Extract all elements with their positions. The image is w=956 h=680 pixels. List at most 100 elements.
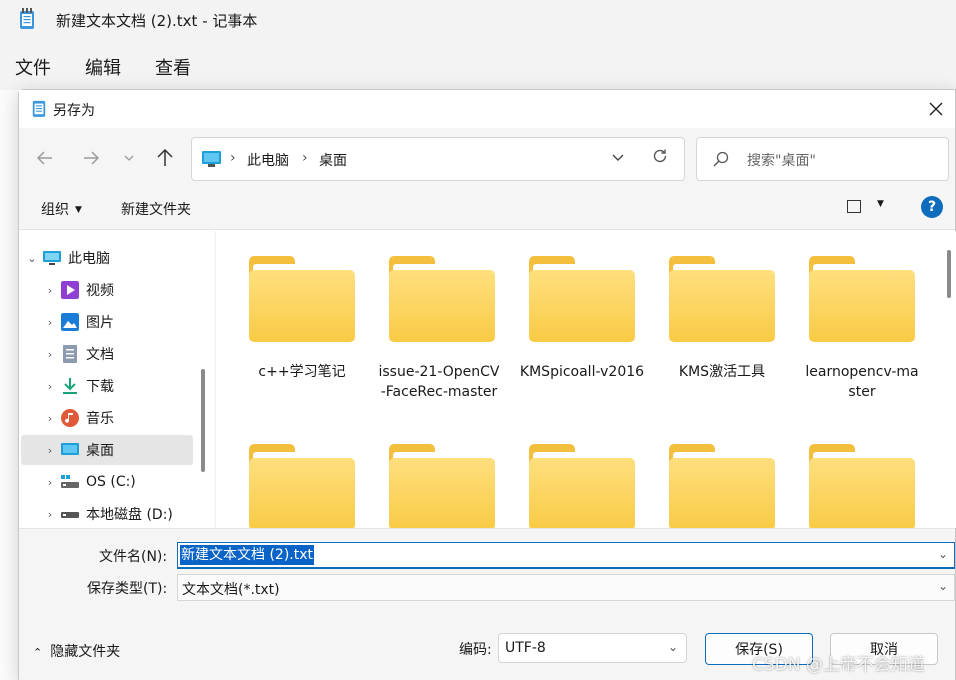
folder-item[interactable] <box>809 256 915 348</box>
refresh-icon <box>653 149 667 163</box>
menu-edit[interactable]: 编辑 <box>85 54 121 80</box>
save-button[interactable]: 保存(S) <box>705 633 813 665</box>
drive-icon <box>61 475 79 488</box>
folder-item[interactable] <box>529 256 635 348</box>
new-folder-button[interactable]: 新建文件夹 <box>121 199 191 219</box>
folder-item[interactable] <box>669 256 775 348</box>
filetype-select[interactable]: 文本文档(*.txt) ⌄ <box>177 574 955 601</box>
dialog-title: 另存为 <box>53 103 95 119</box>
tree-item-desktop[interactable]: › 桌面 <box>21 435 193 465</box>
notepad-icon <box>20 8 34 29</box>
address-bar[interactable]: › 此电脑 › 桌面 <box>191 137 685 181</box>
menu-view[interactable]: 查看 <box>155 54 191 80</box>
view-mode-icon[interactable] <box>847 200 861 213</box>
forward-button[interactable] <box>79 146 103 170</box>
chevron-down-icon: ⌄ <box>667 640 678 654</box>
tree-item-drive-c[interactable]: › OS (C:) <box>39 467 213 497</box>
folder-label[interactable]: learnopencv-master <box>802 362 922 402</box>
tree-label: OS (C:) <box>86 474 136 490</box>
chevron-right-icon[interactable]: › <box>39 508 61 521</box>
notepad-editor[interactable] <box>0 90 20 680</box>
tree-label: 此电脑 <box>68 251 110 267</box>
navigation-tree: ⌄ 此电脑 › 视频 › 图片 › 文档 › 下载 › 音乐 › 桌面 › OS… <box>19 231 215 528</box>
filetype-label: 保存类型(T): <box>87 581 168 597</box>
folder-item[interactable] <box>389 444 495 528</box>
breadcrumb-desktop[interactable]: 桌面 <box>319 150 347 170</box>
folder-label[interactable]: c++学习笔记 <box>237 362 367 382</box>
filename-label: 文件名(N): <box>99 549 168 565</box>
folder-label[interactable]: issue-21-OpenCV-FaceRec-master <box>377 362 501 402</box>
hide-folders-button[interactable]: ⌃ 隐藏文件夹 <box>33 641 120 661</box>
chevron-right-icon: › <box>302 150 308 166</box>
tree-item-drive-d[interactable]: › 本地磁盘 (D:) <box>39 499 213 528</box>
pictures-icon <box>61 313 79 331</box>
chevron-right-icon[interactable]: › <box>39 476 61 489</box>
chevron-down-icon[interactable]: ⌄ <box>938 547 948 561</box>
folder-label[interactable]: KMS激活工具 <box>657 362 787 382</box>
folder-label[interactable]: KMSpicoall-v2016 <box>519 362 645 382</box>
tree-item-music[interactable]: › 音乐 <box>39 403 213 433</box>
tree-label: 视频 <box>86 283 114 299</box>
chevron-right-icon[interactable]: › <box>39 444 61 457</box>
caret-down-icon: ▼ <box>75 205 82 215</box>
tree-item-downloads[interactable]: › 下载 <box>39 371 213 401</box>
save-as-dialog: 另存为 › 此电脑 › 桌面 搜索"桌面" 组织 ▼ 新建文件夹 ▼ ? ⌄ 此… <box>18 89 956 680</box>
chevron-right-icon[interactable]: › <box>39 316 61 329</box>
close-button[interactable] <box>923 96 949 122</box>
folder-item[interactable] <box>809 444 915 528</box>
arrow-up-icon <box>157 149 173 166</box>
encoding-select[interactable]: UTF-8 ⌄ <box>498 633 687 663</box>
tree-item-pictures[interactable]: › 图片 <box>39 307 213 337</box>
chevron-right-icon: › <box>230 150 236 166</box>
tree-scrollbar[interactable] <box>201 369 205 472</box>
up-button[interactable] <box>153 146 177 170</box>
search-box[interactable]: 搜索"桌面" <box>696 137 949 181</box>
chevron-right-icon[interactable]: › <box>39 348 61 361</box>
save-options-panel: 文件名(N): 新建文本文档 (2).txt ⌄ 保存类型(T): 文本文档(*… <box>19 528 955 680</box>
filename-value[interactable]: 新建文本文档 (2).txt <box>180 545 314 565</box>
chevron-right-icon[interactable]: › <box>39 412 61 425</box>
tree-item-documents[interactable]: › 文档 <box>39 339 213 369</box>
notepad-icon <box>32 100 46 117</box>
chevron-right-icon[interactable]: › <box>39 284 61 297</box>
folder-item[interactable] <box>669 444 775 528</box>
tree-label: 文档 <box>86 347 114 363</box>
back-button[interactable] <box>33 146 57 170</box>
tree-item-this-pc[interactable]: ⌄ 此电脑 <box>21 243 195 273</box>
filename-field[interactable]: 新建文本文档 (2).txt ⌄ <box>177 542 955 569</box>
tree-label: 音乐 <box>86 411 114 427</box>
desktop-icon <box>202 151 221 167</box>
tree-label: 图片 <box>86 315 114 331</box>
recent-locations-button[interactable] <box>117 146 141 170</box>
videos-icon <box>61 281 79 299</box>
notepad-titlebar: 新建文本文档 (2).txt - 记事本 <box>0 0 956 40</box>
menu-file[interactable]: 文件 <box>15 54 51 80</box>
navigation-bar: › 此电脑 › 桌面 搜索"桌面" <box>19 128 955 186</box>
chevron-down-icon[interactable]: ⌄ <box>938 579 948 593</box>
breadcrumb-this-pc[interactable]: 此电脑 <box>247 150 289 170</box>
tree-item-videos[interactable]: › 视频 <box>39 275 213 305</box>
chevron-right-icon[interactable]: › <box>39 380 61 393</box>
view-options-button[interactable]: ▼ <box>877 199 884 209</box>
folder-item[interactable] <box>249 256 355 348</box>
downloads-icon <box>63 378 77 394</box>
arrow-right-icon <box>84 151 99 165</box>
folder-item[interactable] <box>389 256 495 348</box>
content-scrollbar[interactable] <box>947 250 951 298</box>
notepad-title: 新建文本文档 (2).txt - 记事本 <box>56 12 258 30</box>
search-input[interactable]: 搜索"桌面" <box>747 150 816 170</box>
cancel-button[interactable]: 取消 <box>830 633 938 665</box>
organize-button[interactable]: 组织 ▼ <box>41 199 82 219</box>
folder-item[interactable] <box>529 444 635 528</box>
chevron-down-icon <box>612 154 624 161</box>
notepad-menubar: 文件 编辑 查看 <box>0 40 956 90</box>
dialog-titlebar: 另存为 <box>19 90 955 128</box>
documents-icon <box>63 345 77 363</box>
refresh-button[interactable] <box>652 148 668 169</box>
encoding-value: UTF-8 <box>505 640 546 656</box>
chevron-down-icon[interactable]: ⌄ <box>21 252 43 265</box>
folder-item[interactable] <box>249 444 355 528</box>
close-icon <box>929 102 943 116</box>
help-button[interactable]: ? <box>921 196 943 218</box>
address-dropdown-button[interactable] <box>612 150 624 166</box>
